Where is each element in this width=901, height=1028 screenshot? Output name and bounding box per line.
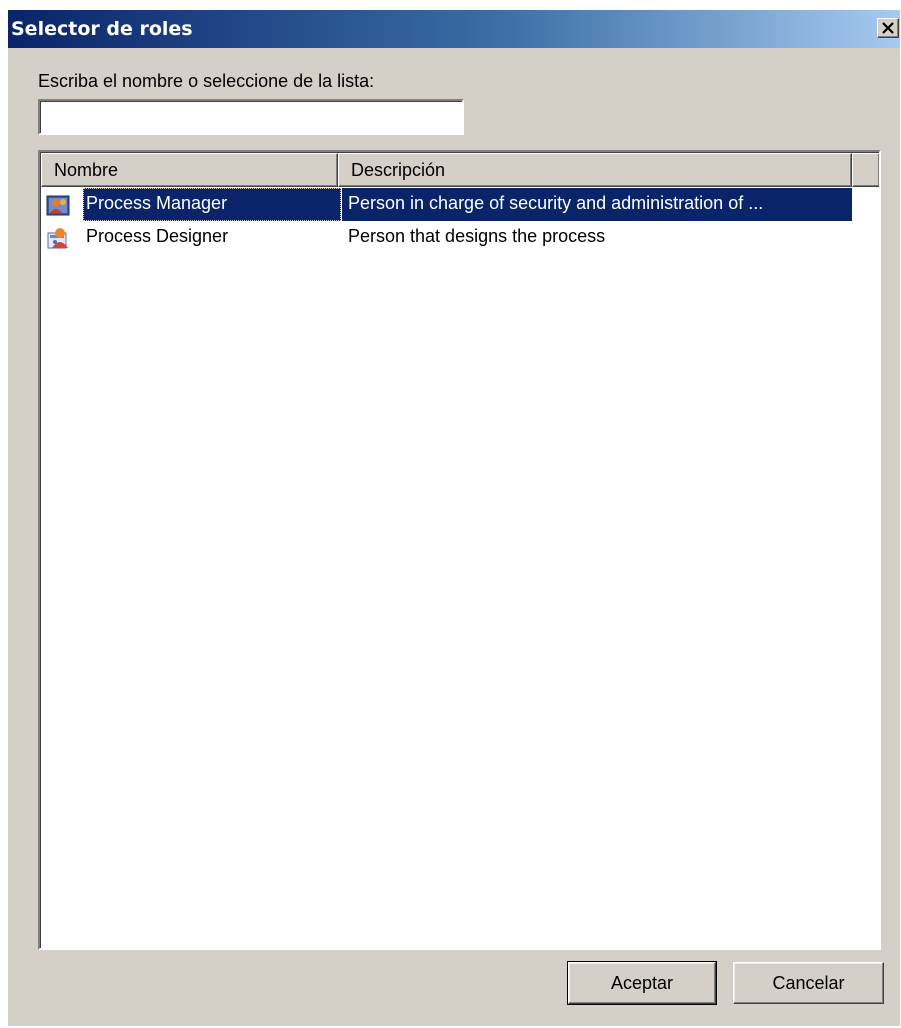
list-item[interactable]: Process Manager Person in charge of secu… [41,188,879,221]
list-header: Nombre Descripción [41,153,879,187]
column-header-filler [852,153,879,187]
role-name-input[interactable] [38,99,464,135]
role-description: Person in charge of security and adminis… [342,188,852,221]
role-name: Process Designer [86,226,229,246]
cancel-button[interactable]: Cancelar [733,962,884,1004]
close-x-icon [882,22,894,34]
role-name: Process Manager [83,188,341,221]
role-description: Person that designs the process [348,226,606,246]
list-item[interactable]: Process Designer Person that designs the… [41,221,879,254]
close-button[interactable] [877,18,899,38]
column-header-description[interactable]: Descripción [338,153,852,187]
ok-button[interactable]: Aceptar [567,961,717,1005]
role-designer-icon [46,225,72,251]
search-label: Escriba el nombre o seleccione de la lis… [38,71,375,91]
role-manager-icon [46,192,72,218]
column-header-name[interactable]: Nombre [41,153,338,187]
roles-list[interactable]: Nombre Descripción Process Manager Perso… [38,150,881,950]
title-bar[interactable]: Selector de roles [8,10,900,48]
list-rows: Process Manager Person in charge of secu… [41,188,879,254]
role-selector-dialog: Selector de roles Escriba el nombre o se… [8,10,900,1026]
window-title: Selector de roles [11,18,193,40]
